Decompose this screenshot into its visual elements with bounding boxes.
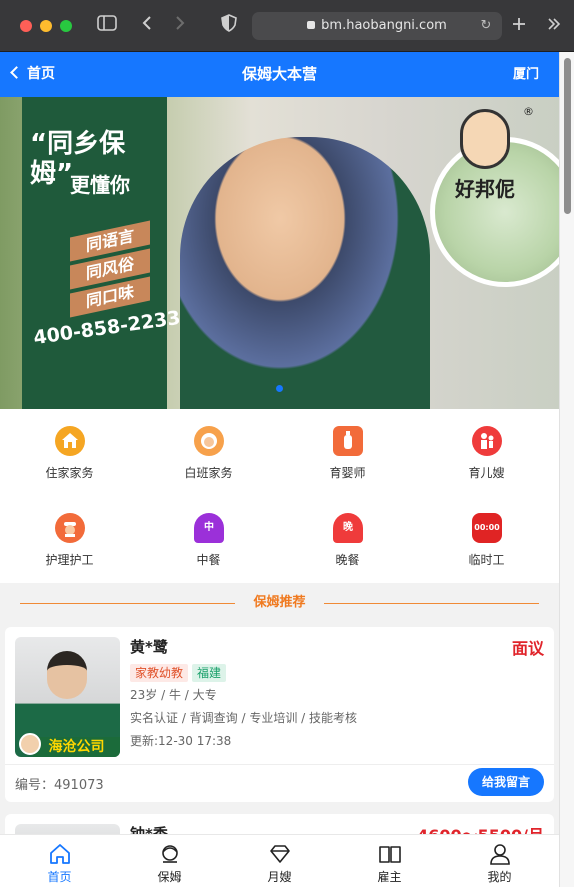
category-infant-care[interactable]: 育婴师 <box>278 409 417 496</box>
tab-nanny[interactable]: 保姆 <box>114 835 225 887</box>
category-lunch[interactable]: 中 中餐 <box>139 496 278 583</box>
nanny-icon <box>114 842 225 866</box>
cloche-dinner-icon: 晚 <box>333 513 363 543</box>
tab-overview-chevrons-icon[interactable] <box>542 14 566 38</box>
section-header: 保姆推荐 <box>0 583 559 623</box>
forward-arrow-icon[interactable] <box>168 14 192 38</box>
close-window-button[interactable] <box>20 20 32 32</box>
user-icon <box>444 842 555 866</box>
category-live-in-housework[interactable]: 住家家务 <box>0 409 139 496</box>
nanny-price: 面议 <box>511 639 544 658</box>
diamond-icon <box>224 842 335 866</box>
nurse-icon <box>55 513 85 543</box>
nanny-photo[interactable]: 海沧公司 <box>15 637 120 757</box>
category-nursing[interactable]: 护理护工 <box>0 496 139 583</box>
nanny-number: 编号：491073 <box>15 778 104 793</box>
category-label: 育儿嫂 <box>468 466 505 480</box>
carousel-indicator[interactable] <box>276 385 283 392</box>
book-icon <box>334 842 445 866</box>
tab-employer[interactable]: 雇主 <box>334 835 445 887</box>
company-label: 海沧公司 <box>33 737 120 757</box>
nanny-name: 黄*鹭 <box>130 638 168 656</box>
nanny-portrait <box>47 651 87 699</box>
tab-label: 我的 <box>487 870 512 884</box>
category-label: 育婴师 <box>329 466 366 480</box>
category-label: 中餐 <box>196 553 221 567</box>
brand-badge-icon <box>19 733 41 755</box>
tab-label: 月嫂 <box>267 870 292 884</box>
tab-label: 首页 <box>47 870 72 884</box>
scrollbar-thumb[interactable] <box>564 58 571 214</box>
category-label: 临时工 <box>468 553 505 567</box>
tab-label: 保姆 <box>157 870 182 884</box>
banner-photo-nanny-child <box>180 137 430 409</box>
category-dinner[interactable]: 晚 晚餐 <box>278 496 417 583</box>
cloche-glyph: 晚 <box>343 522 353 533</box>
nanny-tags: 家教幼教 福建 <box>130 662 230 682</box>
banner-subtitle: 更懂你 <box>70 173 130 197</box>
category-temp-worker[interactable]: 00:00 临时工 <box>417 496 556 583</box>
category-grid: 住家家务 白班家务 育婴师 育儿嫂 护理护工 中 中餐 晚 晚餐 00:00 临… <box>0 409 559 583</box>
minimize-window-button[interactable] <box>40 20 52 32</box>
promo-banner[interactable]: “同乡保姆” 更懂你 同语言 同风俗 同口味 400-858-2233 好邦伲 … <box>0 97 559 409</box>
page-title: 保姆大本营 <box>241 65 317 83</box>
clock-glyph: 00:00 <box>474 523 500 532</box>
back-arrow-icon[interactable] <box>135 14 159 38</box>
registered-mark: ® <box>523 105 534 118</box>
card-divider <box>5 764 554 765</box>
section-title: 保姆推荐 <box>253 595 306 610</box>
category-day-housework[interactable]: 白班家务 <box>139 409 278 496</box>
baby-bottle-icon <box>333 426 363 456</box>
worker-face-icon <box>194 426 224 456</box>
tab-maternity-nanny[interactable]: 月嫂 <box>224 835 335 887</box>
update-time: 更新:12-30 17:38 <box>130 734 232 748</box>
url-text: bm.haobangni.com <box>321 18 447 33</box>
lock-icon <box>307 20 316 29</box>
category-label: 白班家务 <box>184 466 233 480</box>
privacy-shield-icon[interactable] <box>217 14 241 38</box>
tab-mine[interactable]: 我的 <box>444 835 555 887</box>
bottom-tab-bar: 首页 保姆 月嫂 雇主 我的 <box>0 834 559 887</box>
home-icon <box>4 842 115 866</box>
category-label: 晚餐 <box>335 553 360 567</box>
cloche-lunch-icon: 中 <box>194 513 224 543</box>
skill-tag: 家教幼教 <box>130 664 189 682</box>
nanny-info: 23岁 / 牛 / 大专 <box>130 688 217 702</box>
category-label: 住家家务 <box>45 466 94 480</box>
family-icon <box>472 426 502 456</box>
fullscreen-window-button[interactable] <box>60 20 72 32</box>
house-icon <box>55 426 85 456</box>
new-tab-plus-icon[interactable] <box>507 14 531 38</box>
category-label: 护理护工 <box>45 553 94 567</box>
hometown-tag: 福建 <box>192 664 227 682</box>
leave-message-button[interactable]: 给我留言 <box>468 768 544 796</box>
web-page: 首页 保姆大本营 厦门 “同乡保姆” 更懂你 同语言 同风俗 同口味 400-8… <box>0 52 559 887</box>
nanny-card[interactable]: 海沧公司 黄*鹭 面议 家教幼教 福建 23岁 / 牛 / 大专 实名认证 / 背… <box>5 627 554 802</box>
page-header: 首页 保姆大本营 厦门 <box>0 52 559 97</box>
tab-label: 雇主 <box>377 870 402 884</box>
category-childcare[interactable]: 育儿嫂 <box>417 409 556 496</box>
nanny-verifications: 实名认证 / 背调查询 / 专业培训 / 技能考核 <box>130 711 358 725</box>
browser-toolbar: bm.haobangni.com ↻ <box>0 0 574 52</box>
brand-logo-face <box>460 109 510 169</box>
cloche-glyph: 中 <box>204 522 214 533</box>
brand-logo-text: 好邦伲 <box>455 177 515 201</box>
sidebar-toggle-icon[interactable] <box>95 14 119 38</box>
tab-home[interactable]: 首页 <box>4 835 115 887</box>
clock-icon: 00:00 <box>472 513 502 543</box>
city-selector[interactable]: 厦门 <box>513 52 539 97</box>
page-scrollbar[interactable] <box>559 52 574 887</box>
reload-icon[interactable]: ↻ <box>478 18 494 34</box>
address-bar[interactable]: bm.haobangni.com ↻ <box>252 12 502 40</box>
